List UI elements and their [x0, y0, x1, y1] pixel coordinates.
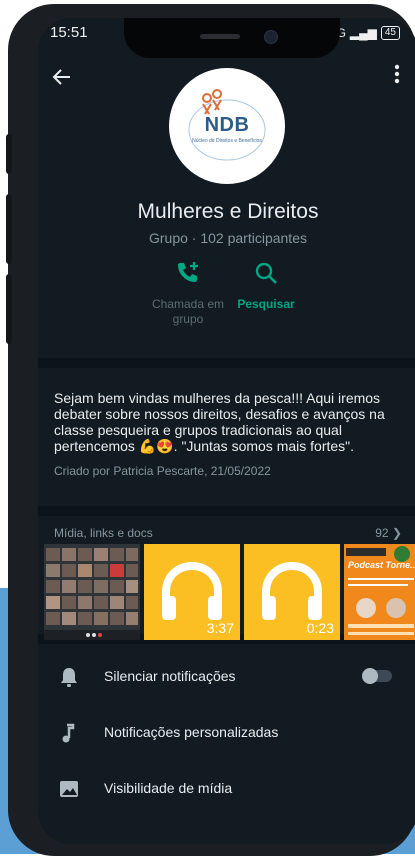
custom-notifications-label: Notificações personalizadas: [104, 724, 279, 740]
chevron-right-icon: ❯: [391, 526, 402, 540]
signal-icon: ▂▄▆: [349, 26, 377, 40]
logo-subtitle: Núcleo de Direitos e Benefícios: [192, 138, 262, 144]
audio-thumbnail[interactable]: 0:23: [244, 544, 340, 640]
more-options-button[interactable]: [394, 64, 400, 90]
search-label: Pesquisar: [237, 297, 295, 311]
audio-thumbnail[interactable]: 3:37: [144, 544, 240, 640]
media-visibility-row[interactable]: Visibilidade de mídia: [38, 764, 415, 816]
app-screen: 15:51 4G ▂▄▆ 45: [38, 18, 415, 844]
search-button[interactable]: Pesquisar: [216, 260, 316, 312]
phone-side-button: [6, 194, 12, 264]
group-header: 15:51 4G ▂▄▆ 45: [38, 18, 415, 358]
back-button[interactable]: [52, 66, 72, 94]
custom-notifications-row[interactable]: Notificações personalizadas: [38, 708, 415, 760]
podcast-title: Podcast Torne...: [348, 560, 415, 570]
music-note-icon: [62, 723, 75, 743]
media-count: 92: [375, 526, 389, 540]
search-icon: [255, 262, 277, 284]
add-call-icon: [178, 262, 198, 282]
phone-notch: [124, 18, 340, 58]
media-thumbnail[interactable]: Podcast Torne...: [344, 544, 415, 640]
group-description: Sejam bem vindas mulheres da pesca!!! Aq…: [54, 390, 385, 454]
video-call-grid-thumbnail: [44, 544, 140, 640]
media-title[interactable]: Mídia, links e docs: [54, 526, 153, 540]
audio-duration: 0:23: [306, 620, 334, 636]
audio-duration: 3:37: [206, 620, 234, 636]
toggle-knob: [362, 668, 378, 684]
settings-panel: Silenciar notificações Notificações pers…: [38, 644, 415, 844]
phone-frame: 15:51 4G ▂▄▆ 45: [6, 4, 415, 856]
group-name: Mulheres e Direitos: [137, 200, 319, 223]
group-created-info: Criado por Patricia Pescarte, 21/05/2022: [54, 464, 271, 478]
media-panel: Mídia, links e docs 92 ❯ 3:37 0:23 Podca…: [38, 516, 415, 640]
group-avatar[interactable]: NDB Núcleo de Direitos e Benefícios: [169, 68, 285, 184]
group-participants: Grupo · 102 participantes: [149, 230, 307, 246]
podcast-flyer-thumbnail: [344, 544, 415, 640]
mute-notifications-label: Silenciar notificações: [104, 668, 236, 684]
group-description-panel: Sejam bem vindas mulheres da pesca!!! Aq…: [38, 368, 415, 506]
mute-notifications-row[interactable]: Silenciar notificações: [38, 652, 415, 704]
phone-side-button: [6, 134, 12, 174]
media-count-link[interactable]: 92 ❯: [375, 526, 402, 540]
battery-icon: 45: [380, 26, 400, 40]
status-time: 15:51: [50, 24, 88, 41]
media-visibility-label: Visibilidade de mídia: [104, 780, 233, 796]
arrow-left-icon: [52, 69, 70, 85]
front-camera: [264, 30, 278, 44]
logo-text: NDB: [204, 114, 250, 136]
mute-notifications-toggle[interactable]: [362, 668, 392, 684]
media-thumbnail[interactable]: [44, 544, 140, 640]
status-icons: 4G ▂▄▆ 45: [330, 26, 400, 40]
image-icon: [60, 781, 78, 797]
phone-side-button: [6, 274, 12, 344]
more-vert-icon: [394, 64, 400, 84]
speaker-grille: [200, 34, 240, 39]
bell-icon: [61, 668, 77, 687]
